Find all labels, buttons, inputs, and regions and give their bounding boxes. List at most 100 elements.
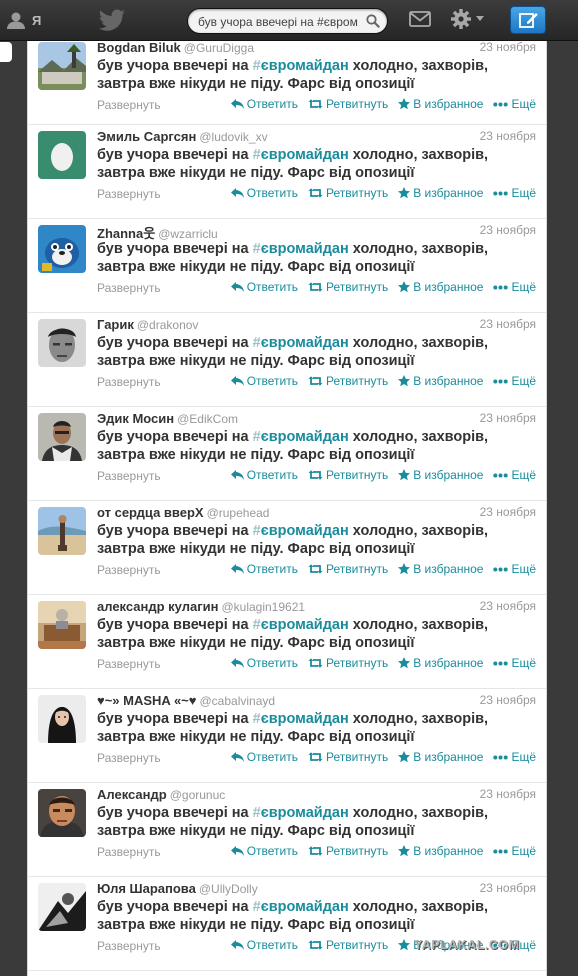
reply-button[interactable]: Ответить	[230, 750, 298, 764]
avatar[interactable]	[38, 131, 86, 179]
reply-button[interactable]: Ответить	[230, 562, 298, 576]
tweet-date[interactable]: 23 ноября	[480, 129, 536, 143]
avatar[interactable]	[38, 789, 86, 837]
reply-button[interactable]: Ответить	[230, 938, 298, 952]
favorite-button[interactable]: В избранное	[398, 656, 483, 670]
more-button[interactable]: Ещё	[493, 280, 536, 294]
user-handle[interactable]: @GuruDigga	[184, 41, 254, 55]
user-handle[interactable]: @wzarriclu	[158, 227, 218, 241]
avatar[interactable]	[38, 883, 86, 931]
user-handle[interactable]: @kulagin19621	[221, 600, 305, 614]
more-button[interactable]: Ещё	[493, 562, 536, 576]
user-handle[interactable]: @EdikCom	[177, 412, 238, 426]
hashtag-link[interactable]: #євромайдан	[253, 711, 349, 727]
more-button[interactable]: Ещё	[493, 97, 536, 111]
user-name[interactable]: Zhanna웃	[97, 226, 155, 241]
retweet-button[interactable]: Ретвитнуть	[308, 938, 388, 952]
reply-button[interactable]: Ответить	[230, 186, 298, 200]
avatar[interactable]	[38, 695, 86, 743]
tweet[interactable]: ♥~» MASHA «~♥ @cabalvinayd 23 ноября був …	[28, 689, 546, 783]
user-name[interactable]: Эдик Мосин	[97, 411, 174, 426]
favorite-button[interactable]: В избранное	[398, 468, 483, 482]
tweet[interactable]: александр кулагин @kulagin19621 23 ноября…	[28, 595, 546, 689]
more-button[interactable]: Ещё	[493, 750, 536, 764]
tweet[interactable]: Александр @gorunuc 23 ноября був учора вв…	[28, 783, 546, 877]
user-name[interactable]: александр кулагин	[97, 599, 218, 614]
user-name[interactable]: Юля Шарапова	[97, 881, 196, 896]
avatar[interactable]	[38, 601, 86, 649]
tweet-date[interactable]: 23 ноября	[480, 505, 536, 519]
user-handle[interactable]: @gorunuc	[170, 788, 226, 802]
user-name[interactable]: Александр	[97, 787, 167, 802]
reply-button[interactable]: Ответить	[230, 656, 298, 670]
hashtag-link[interactable]: #євромайдан	[253, 58, 349, 74]
me-nav[interactable]: Я	[6, 11, 41, 29]
favorite-button[interactable]: В избранное	[398, 750, 483, 764]
expand-link[interactable]: Развернуть	[97, 563, 161, 577]
avatar[interactable]	[38, 413, 86, 461]
search-input[interactable]	[198, 13, 358, 30]
user-name[interactable]: Гарик	[97, 317, 134, 332]
user-name[interactable]: Bogdan Biluk	[97, 41, 181, 55]
tweet-date[interactable]: 23 ноября	[480, 881, 536, 895]
retweet-button[interactable]: Ретвитнуть	[308, 374, 388, 388]
tweet-date[interactable]: 23 ноября	[480, 693, 536, 707]
hashtag-link[interactable]: #євромайдан	[253, 241, 349, 257]
tweet-date[interactable]: 23 ноября	[480, 411, 536, 425]
avatar[interactable]	[38, 507, 86, 555]
tweet[interactable]: Эдик Мосин @EdikCom 23 ноября був учора в…	[28, 407, 546, 501]
reply-button[interactable]: Ответить	[230, 97, 298, 111]
expand-link[interactable]: Развернуть	[97, 281, 161, 295]
tweet[interactable]: Zhanna웃 @wzarriclu 23 ноября був учора вв…	[28, 219, 546, 313]
tweet-date[interactable]: 23 ноября	[480, 787, 536, 801]
reply-button[interactable]: Ответить	[230, 844, 298, 858]
tweet-date[interactable]: 23 ноября	[480, 317, 536, 331]
hashtag-link[interactable]: #євромайдан	[253, 147, 349, 163]
hashtag-link[interactable]: #євромайдан	[253, 899, 349, 915]
more-button[interactable]: Ещё	[493, 468, 536, 482]
expand-link[interactable]: Развернуть	[97, 187, 161, 201]
settings-menu[interactable]	[450, 8, 484, 30]
user-name[interactable]: ♥~» MASHA «~♥	[97, 693, 197, 708]
expand-link[interactable]: Развернуть	[97, 469, 161, 483]
reply-button[interactable]: Ответить	[230, 280, 298, 294]
retweet-button[interactable]: Ретвитнуть	[308, 562, 388, 576]
more-button[interactable]: Ещё	[493, 844, 536, 858]
user-handle[interactable]: @cabalvinayd	[200, 694, 276, 708]
retweet-button[interactable]: Ретвитнуть	[308, 186, 388, 200]
user-handle[interactable]: @UllyDolly	[199, 882, 258, 896]
user-handle[interactable]: @rupehead	[207, 506, 270, 520]
hashtag-link[interactable]: #євромайдан	[253, 429, 349, 445]
twitter-bird-icon[interactable]	[98, 9, 126, 36]
retweet-button[interactable]: Ретвитнуть	[308, 750, 388, 764]
tweet-date[interactable]: 23 ноября	[480, 41, 536, 54]
retweet-button[interactable]: Ретвитнуть	[308, 97, 388, 111]
expand-link[interactable]: Развернуть	[97, 375, 161, 389]
favorite-button[interactable]: В избранное	[398, 562, 483, 576]
hashtag-link[interactable]: #євромайдан	[253, 805, 349, 821]
tweet[interactable]: Гарик @drakonov 23 ноября був учора ввече…	[28, 313, 546, 407]
retweet-button[interactable]: Ретвитнуть	[308, 280, 388, 294]
expand-link[interactable]: Развернуть	[97, 845, 161, 859]
messages-icon[interactable]	[409, 11, 431, 32]
tweet[interactable]: от сердца вверХ @rupehead 23 ноября був у…	[28, 501, 546, 595]
reply-button[interactable]: Ответить	[230, 468, 298, 482]
hashtag-link[interactable]: #євромайдан	[253, 523, 349, 539]
tweet-date[interactable]: 23 ноября	[480, 599, 536, 613]
retweet-button[interactable]: Ретвитнуть	[308, 468, 388, 482]
reply-button[interactable]: Ответить	[230, 374, 298, 388]
avatar[interactable]	[38, 319, 86, 367]
expand-link[interactable]: Развернуть	[97, 98, 161, 112]
search-icon[interactable]	[366, 14, 380, 28]
avatar[interactable]	[38, 42, 86, 90]
more-button[interactable]: Ещё	[493, 186, 536, 200]
favorite-button[interactable]: В избранное	[398, 374, 483, 388]
expand-link[interactable]: Развернуть	[97, 751, 161, 765]
tweet[interactable]: Юля Шарапова @UllyDolly 23 ноября був учо…	[28, 877, 546, 971]
retweet-button[interactable]: Ретвитнуть	[308, 656, 388, 670]
favorite-button[interactable]: В избранное	[398, 97, 483, 111]
tweet[interactable]: Bogdan Biluk @GuruDigga 23 ноября був учо…	[28, 41, 546, 125]
tweet-date[interactable]: 23 ноября	[480, 223, 536, 237]
hashtag-link[interactable]: #євромайдан	[253, 335, 349, 351]
user-handle[interactable]: @ludovik_xv	[199, 130, 267, 144]
